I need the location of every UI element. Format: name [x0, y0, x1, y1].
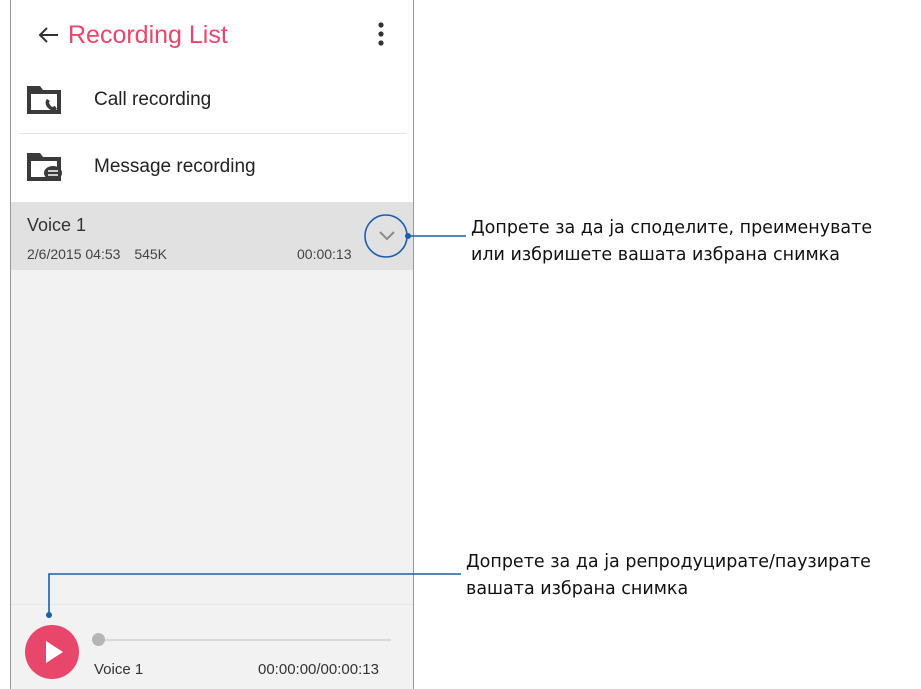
recording-list-item[interactable]: Voice 1 2/6/2015 04:53 545K 00:00:13: [11, 202, 413, 270]
recording-duration: 00:00:13: [297, 246, 352, 262]
folder-label-message: Message recording: [94, 156, 256, 177]
play-button[interactable]: [25, 625, 79, 679]
folder-label-call: Call recording: [94, 89, 212, 110]
folder-item-message-recording[interactable]: Message recording: [11, 137, 413, 201]
player-track-name: Voice 1: [94, 661, 144, 678]
play-icon: [46, 641, 63, 663]
callout-line: Допрете за да ја споделите, преименувате: [471, 218, 873, 238]
page: Recording List Call recording Message re…: [0, 0, 921, 689]
recording-options-button[interactable]: [366, 214, 408, 256]
divider: [19, 133, 407, 134]
callout-line: или избришете вашата избрана снимка: [471, 245, 840, 265]
back-button[interactable]: [35, 18, 69, 52]
message-folder-icon: [27, 153, 62, 181]
more-vert-icon: [378, 22, 384, 46]
call-folder-icon: [27, 86, 61, 114]
callout-line: Допрете за да ја репродуцирате/паузирате: [466, 552, 871, 572]
recording-meta: 2/6/2015 04:53 545K: [27, 245, 167, 263]
progress-thumb[interactable]: [92, 633, 105, 646]
callout-text-options: Допрете за да ја споделите, преименувате…: [471, 215, 872, 269]
recording-date: 2/6/2015 04:53: [27, 246, 121, 262]
app-header: Recording List Call recording Message re…: [11, 0, 413, 202]
player-bar: Voice 1 00:00:00/00:00:13: [11, 604, 413, 689]
recording-size: 545K: [134, 246, 168, 262]
back-arrow-icon: [38, 27, 58, 43]
callout-text-play: Допрете за да ја репродуцирате/паузирате…: [466, 549, 871, 603]
player-time: 00:00:00/00:00:13: [258, 661, 379, 678]
phone-screen: Recording List Call recording Message re…: [10, 0, 414, 689]
progress-track[interactable]: [95, 639, 391, 641]
recording-name: Voice 1: [27, 215, 87, 235]
callout-line: вашата избрана снимка: [466, 579, 689, 599]
chevron-down-icon: [379, 231, 395, 241]
page-title: Recording List: [68, 21, 228, 49]
folder-item-call-recording[interactable]: Call recording: [11, 70, 413, 134]
more-options-button[interactable]: [373, 20, 389, 50]
